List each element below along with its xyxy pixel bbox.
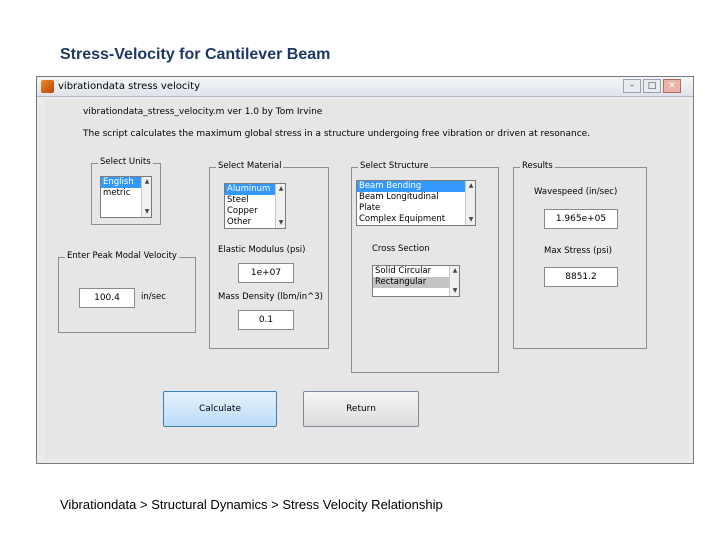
cross-section-option[interactable]: Solid Circular: [373, 266, 459, 277]
description-text: The script calculates the maximum global…: [83, 129, 591, 139]
scroll-down-icon[interactable]: ▼: [450, 286, 459, 296]
scroll-up-icon[interactable]: ▲: [142, 177, 151, 187]
scroll-down-icon[interactable]: ▼: [466, 215, 475, 225]
material-panel-label: Select Material: [216, 161, 284, 171]
max-stress-label: Max Stress (psi): [544, 246, 612, 256]
elastic-modulus-input[interactable]: 1e+07: [238, 263, 294, 283]
material-panel: Select Material Aluminum Steel Copper Ot…: [209, 161, 329, 349]
calculate-button[interactable]: Calculate: [163, 391, 277, 427]
minimize-icon[interactable]: –: [623, 79, 641, 93]
window-titlebar[interactable]: vibrationdata stress velocity – □ ✕: [37, 77, 693, 97]
cross-section-label: Cross Section: [372, 244, 430, 254]
window-title: vibrationdata stress velocity: [58, 81, 200, 92]
velocity-panel: Enter Peak Modal Velocity 100.4 in/sec: [58, 251, 196, 333]
matlab-icon: [41, 80, 54, 93]
cross-section-scrollbar[interactable]: ▲ ▼: [449, 266, 459, 296]
structure-option[interactable]: Beam Longitudinal: [357, 192, 475, 203]
structure-option[interactable]: Beam Bending: [357, 181, 475, 192]
return-button[interactable]: Return: [303, 391, 419, 427]
elastic-modulus-label: Elastic Modulus (psi): [218, 245, 306, 255]
structure-option[interactable]: Complex Equipment: [357, 214, 475, 225]
units-listbox[interactable]: English metric ▲ ▼: [100, 176, 152, 218]
results-panel-label: Results: [520, 161, 555, 171]
velocity-panel-label: Enter Peak Modal Velocity: [65, 251, 179, 261]
structure-listbox[interactable]: Beam Bending Beam Longitudinal Plate Com…: [356, 180, 476, 226]
mass-density-label: Mass Density (lbm/in^3): [218, 292, 323, 302]
cross-section-option[interactable]: Rectangular: [373, 277, 459, 288]
velocity-input[interactable]: 100.4: [79, 288, 135, 308]
scroll-down-icon[interactable]: ▼: [142, 207, 151, 217]
material-scrollbar[interactable]: ▲ ▼: [275, 184, 285, 228]
slide-footer: Vibrationdata > Structural Dynamics > St…: [60, 497, 443, 512]
mass-density-input[interactable]: 0.1: [238, 310, 294, 330]
cross-section-listbox[interactable]: Solid Circular Rectangular ▲ ▼: [372, 265, 460, 297]
figure-client-area: vibrationdata_stress_velocity.m ver 1.0 …: [45, 99, 689, 459]
velocity-unit-label: in/sec: [141, 292, 166, 302]
units-scrollbar[interactable]: ▲ ▼: [141, 177, 151, 217]
scroll-up-icon[interactable]: ▲: [276, 184, 285, 194]
units-panel-label: Select Units: [98, 157, 153, 167]
app-window: vibrationdata stress velocity – □ ✕ vibr…: [36, 76, 694, 464]
maximize-icon[interactable]: □: [643, 79, 661, 93]
units-panel: Select Units English metric ▲ ▼: [91, 157, 161, 225]
max-stress-output: 8851.2: [544, 267, 618, 287]
structure-option[interactable]: Plate: [357, 203, 475, 214]
wavespeed-output: 1.965e+05: [544, 209, 618, 229]
scroll-up-icon[interactable]: ▲: [466, 181, 475, 191]
scroll-up-icon[interactable]: ▲: [450, 266, 459, 276]
slide-title: Stress-Velocity for Cantilever Beam: [60, 46, 331, 63]
results-panel: Results Wavespeed (in/sec) 1.965e+05 Max…: [513, 161, 647, 349]
close-icon[interactable]: ✕: [663, 79, 681, 93]
version-text: vibrationdata_stress_velocity.m ver 1.0 …: [83, 107, 323, 117]
structure-panel-label: Select Structure: [358, 161, 431, 171]
structure-scrollbar[interactable]: ▲ ▼: [465, 181, 475, 225]
wavespeed-label: Wavespeed (in/sec): [534, 187, 618, 197]
structure-panel: Select Structure Beam Bending Beam Longi…: [351, 161, 499, 373]
material-listbox[interactable]: Aluminum Steel Copper Other ▲ ▼: [224, 183, 286, 229]
scroll-down-icon[interactable]: ▼: [276, 218, 285, 228]
